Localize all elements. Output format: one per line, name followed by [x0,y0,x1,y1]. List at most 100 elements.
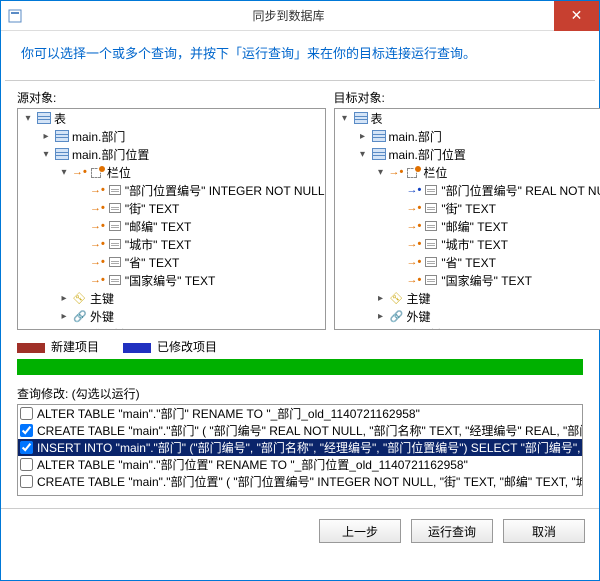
tree-node[interactable]: ▾main.部门位置 [335,145,600,163]
column-icon [89,165,105,179]
footer: 上一步 运行查询 取消 [1,508,599,553]
tree-node-label: 唯一键 [90,326,126,331]
expand-icon[interactable]: ▸ [58,328,70,330]
query-row[interactable]: CREATE TABLE "main"."部门位置" ( "部门位置编号" IN… [18,473,582,490]
query-text: ALTER TABLE "main"."部门" RENAME TO "_部门_o… [37,405,420,422]
target-tree[interactable]: ▾表▸main.部门▾main.部门位置▾→•栏位▸→•"部门位置编号" REA… [334,108,600,330]
new-marker-icon: →• [407,238,422,250]
table-icon [371,129,387,143]
tree-node[interactable]: ▸→•"省" TEXT [335,253,600,271]
expand-icon[interactable]: ▸ [58,310,70,322]
query-checkbox[interactable] [20,441,33,454]
tree-node-label: "城市" TEXT [125,236,192,253]
table-icon [54,147,70,161]
expand-icon[interactable]: ▸ [40,130,52,142]
tree-node-label: main.部门 [72,128,125,145]
expand-icon[interactable]: ▸ [375,310,387,322]
window-title: 同步到数据库 [23,7,554,24]
query-list[interactable]: ALTER TABLE "main"."部门" RENAME TO "_部门_o… [17,404,583,496]
collapse-icon[interactable]: ▾ [375,166,387,178]
tree-node-label: "邮编" TEXT [125,218,192,235]
query-checkbox[interactable] [20,407,33,420]
tree-node[interactable]: ▾表 [335,109,600,127]
tree-node[interactable]: ▾main.部门位置 [18,145,325,163]
query-checkbox[interactable] [20,424,33,437]
titlebar: 同步到数据库 ✕ [1,1,599,31]
foreign-key-icon: 🔗 [72,309,88,323]
new-marker-icon: →• [72,166,87,178]
tree-node[interactable]: ▸→•"国家编号" TEXT [18,271,325,289]
tree-node[interactable]: ▸ main.部门 [335,127,600,145]
tree-node-label: 外键 [407,308,431,325]
collapse-icon[interactable]: ▾ [357,148,369,160]
field-icon [107,255,123,269]
tree-node[interactable]: ▸🔗外键 [18,307,325,325]
collapse-icon[interactable]: ▾ [40,148,52,160]
query-row[interactable]: INSERT INTO "main"."部门" ("部门编号", "部门名称",… [18,439,582,456]
collapse-icon[interactable]: ▾ [339,112,351,124]
tree-node[interactable]: ▾→•栏位 [18,163,325,181]
collapse-icon[interactable]: ▾ [58,166,70,178]
table-icon [54,129,70,143]
new-marker-icon: →• [90,184,105,196]
expand-icon[interactable]: ▸ [58,292,70,304]
tree-node[interactable]: ▸→•"邮编" TEXT [18,217,325,235]
field-icon [423,255,439,269]
tree-node[interactable]: ▾表 [18,109,325,127]
tree-node[interactable]: ▸唯一键 [335,325,600,330]
tree-node[interactable]: ▸→•"街" TEXT [335,199,600,217]
query-text: CREATE TABLE "main"."部门位置" ( "部门位置编号" IN… [37,473,583,490]
query-row[interactable]: ALTER TABLE "main"."部门" RENAME TO "_部门_o… [18,405,582,422]
run-query-button[interactable]: 运行查询 [411,519,493,543]
tree-node-label: 表 [54,110,66,127]
field-icon [423,219,439,233]
field-icon [423,183,439,197]
tree-node[interactable]: ▸→•"街" TEXT [18,199,325,217]
modified-marker-icon: →• [407,184,422,196]
tree-node[interactable]: ▸→•"国家编号" TEXT [335,271,600,289]
legend-mod-swatch [123,343,151,353]
tree-node[interactable]: ▾→•栏位 [335,163,600,181]
tree-node[interactable]: ▸ 唯一键 [18,325,325,330]
legend-new-swatch [17,343,45,353]
query-text: CREATE TABLE "main"."部门" ( "部门编号" REAL N… [37,422,583,439]
new-marker-icon: →• [90,238,105,250]
prev-button[interactable]: 上一步 [319,519,401,543]
query-row[interactable]: CREATE TABLE "main"."部门" ( "部门编号" REAL N… [18,422,582,439]
tree-node-label: 主键 [90,290,114,307]
tree-node[interactable]: ▸→•"邮编" TEXT [335,217,600,235]
progress-bar [17,359,583,375]
tree-node[interactable]: ▸⚿主键 [18,289,325,307]
new-marker-icon: →• [90,220,105,232]
expand-icon[interactable]: ▸ [357,130,369,142]
queries-label: 查询修改: (勾选以运行) [17,385,583,402]
query-checkbox[interactable] [20,458,33,471]
tree-node[interactable]: ▸→•"部门位置编号" INTEGER NOT NULL [18,181,325,199]
tree-node-label: "街" TEXT [441,200,496,217]
tree-node[interactable]: ▸ main.部门 [18,127,325,145]
collapse-icon[interactable]: ▾ [22,112,34,124]
column-icon [405,165,421,179]
expand-icon[interactable]: ▸ [375,328,387,330]
field-icon [423,237,439,251]
unique-key-icon [72,327,88,330]
tree-node[interactable]: ▸→•"城市" TEXT [18,235,325,253]
tree-node-label: main.部门 [389,128,442,145]
tree-node[interactable]: ▸🔗外键 [335,307,600,325]
field-icon [423,273,439,287]
tree-node[interactable]: ▸⚿主键 [335,289,600,307]
expand-icon[interactable]: ▸ [375,292,387,304]
cancel-button[interactable]: 取消 [503,519,585,543]
unique-key-icon [389,327,405,330]
source-tree[interactable]: ▾表▸main.部门▾main.部门位置▾→•栏位▸→•"部门位置编号" INT… [17,108,326,330]
query-row[interactable]: ALTER TABLE "main"."部门位置" RENAME TO "_部门… [18,456,582,473]
new-marker-icon: →• [90,256,105,268]
field-icon [423,201,439,215]
tree-node[interactable]: ▸→•"城市" TEXT [335,235,600,253]
tree-node[interactable]: ▸→•"省" TEXT [18,253,325,271]
table-icon [36,111,52,125]
query-checkbox[interactable] [20,475,33,488]
tree-node-label: 栏位 [423,164,447,181]
close-button[interactable]: ✕ [554,1,599,31]
tree-node[interactable]: ▸→•"部门位置编号" REAL NOT NULL [335,181,600,199]
